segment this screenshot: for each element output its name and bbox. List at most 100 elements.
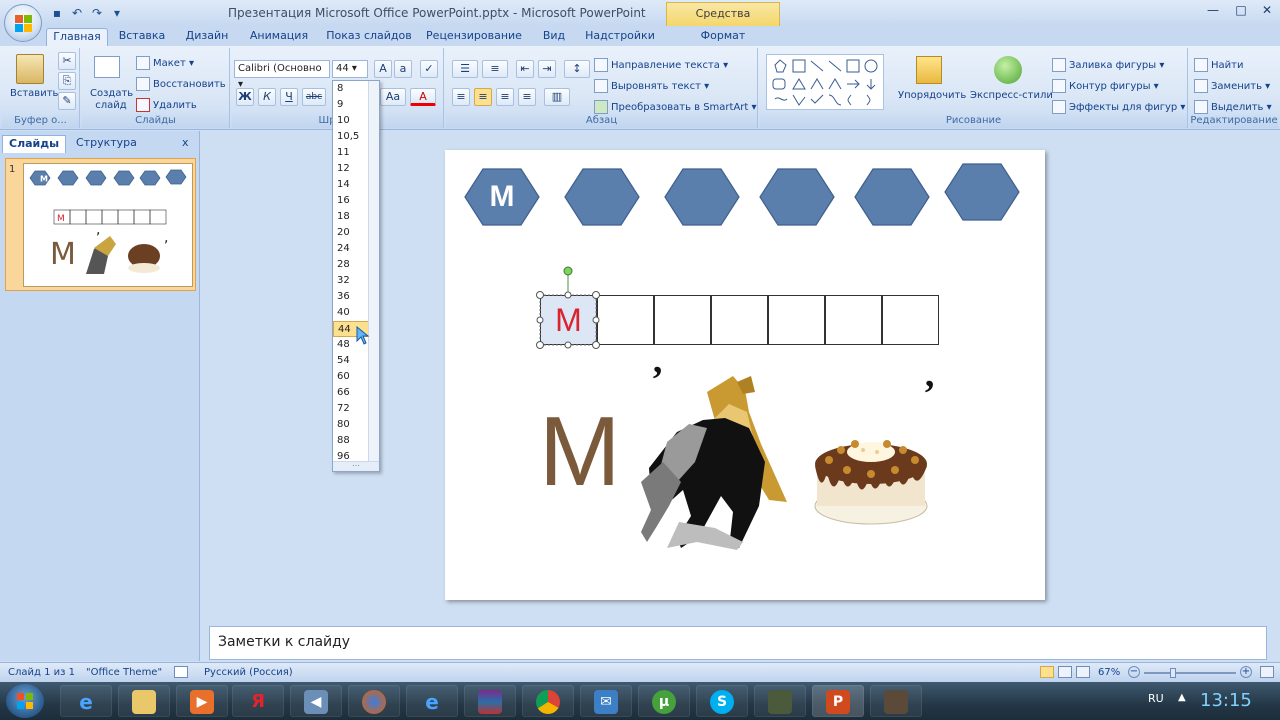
italic-button[interactable]: К	[258, 88, 276, 106]
spellcheck-icon[interactable]	[174, 666, 188, 678]
tray-expand-icon[interactable]: ▲	[1178, 692, 1186, 703]
taskbar-media[interactable]: ▶	[176, 685, 228, 717]
numbering-icon[interactable]: ≡	[482, 60, 508, 78]
slide-sorter-icon[interactable]	[1058, 666, 1072, 678]
tab-slides[interactable]: Слайды	[2, 135, 67, 153]
letter-cell[interactable]	[597, 295, 654, 345]
taskbar-explorer[interactable]	[118, 685, 170, 717]
tab-insert[interactable]: Вставка	[116, 28, 168, 46]
replace-button[interactable]: Заменить ▾	[1194, 79, 1270, 93]
start-button[interactable]	[6, 684, 44, 718]
shrink-font-icon[interactable]: a	[394, 60, 412, 78]
delete-slide-button[interactable]: Удалить	[136, 98, 197, 112]
find-button[interactable]: Найти	[1194, 58, 1243, 72]
reset-button[interactable]: Восстановить	[136, 77, 226, 91]
text-direction-button[interactable]: Направление текста ▾	[594, 58, 728, 72]
taskbar-ie[interactable]: e	[60, 685, 112, 717]
slideshow-icon[interactable]	[1076, 666, 1090, 678]
zoom-in-icon[interactable]: +	[1240, 666, 1252, 678]
taskbar-winrar[interactable]	[464, 685, 516, 717]
font-size-combo[interactable]: 44 ▾	[332, 60, 368, 78]
align-left-icon[interactable]: ≡	[452, 88, 470, 106]
justify-icon[interactable]: ≡	[518, 88, 536, 106]
tab-home[interactable]: Главная	[46, 28, 108, 46]
taskbar-volume[interactable]: ◀	[290, 685, 342, 717]
taskbar-yandex[interactable]: Я	[232, 685, 284, 717]
selection-handles[interactable]	[535, 265, 601, 351]
letter-cell[interactable]	[654, 295, 711, 345]
redo-icon[interactable]: ↷	[90, 6, 104, 20]
increase-indent-icon[interactable]: ⇥	[538, 60, 556, 78]
zoom-slider[interactable]	[1144, 672, 1236, 674]
office-button[interactable]	[4, 4, 42, 42]
slide-thumbnail[interactable]: 1 М М М , ,	[5, 158, 196, 291]
status-language[interactable]: Русский (Россия)	[204, 667, 293, 678]
strikethrough-button[interactable]: abc	[302, 88, 326, 106]
taskbar-chrome[interactable]	[522, 685, 574, 717]
shapes-gallery[interactable]	[766, 54, 884, 110]
tab-outline[interactable]: Структура	[70, 135, 143, 153]
taskbar-skype[interactable]: S	[696, 685, 748, 717]
taskbar-ie2[interactable]: e	[406, 685, 458, 717]
paste-button[interactable]: Вставить	[10, 88, 58, 100]
horses-picture[interactable]	[637, 372, 789, 552]
tab-animation[interactable]: Анимация	[246, 28, 312, 46]
big-letter[interactable]: М	[539, 396, 621, 506]
zoom-out-icon[interactable]: −	[1128, 666, 1140, 678]
align-text-button[interactable]: Выровнять текст ▾	[594, 79, 709, 93]
hexagon-shape[interactable]	[854, 168, 930, 226]
slide-canvas[interactable]: М М М ’ ’	[445, 150, 1045, 600]
bold-button[interactable]: Ж	[236, 88, 254, 106]
clock[interactable]: 13:15	[1200, 690, 1252, 711]
align-right-icon[interactable]: ≡	[496, 88, 514, 106]
shape-outline-button[interactable]: Контур фигуры ▾	[1052, 79, 1159, 93]
letter-cell[interactable]	[768, 295, 825, 345]
bullets-icon[interactable]: ☰	[452, 60, 478, 78]
zoom-level[interactable]: 67%	[1098, 667, 1120, 678]
zoom-slider-thumb[interactable]	[1170, 668, 1176, 678]
clear-formatting-icon[interactable]: ✓	[420, 60, 438, 78]
quick-styles-button[interactable]: Экспресс-стили	[970, 90, 1053, 102]
format-painter-icon[interactable]: ✎	[58, 92, 76, 110]
columns-icon[interactable]: ▥	[544, 88, 570, 106]
layout-button[interactable]: Макет ▾	[136, 56, 194, 70]
hexagon-shape[interactable]	[944, 163, 1020, 221]
letter-cell[interactable]	[711, 295, 768, 345]
tab-format[interactable]: Формат	[690, 28, 756, 46]
underline-button[interactable]: Ч	[280, 88, 298, 106]
minimize-button[interactable]: —	[1200, 0, 1226, 20]
tab-view[interactable]: Вид	[536, 28, 572, 46]
line-spacing-icon[interactable]: ↕	[564, 60, 590, 78]
select-button[interactable]: Выделить ▾	[1194, 100, 1272, 114]
taskbar-app2[interactable]	[870, 685, 922, 717]
letter-cell[interactable]	[825, 295, 882, 345]
undo-icon[interactable]: ↶	[70, 6, 84, 20]
hexagon-shape[interactable]	[564, 168, 640, 226]
change-case-button[interactable]: Aa	[380, 88, 406, 106]
cut-icon[interactable]: ✂	[58, 52, 76, 70]
dropdown-scrollbar[interactable]	[368, 81, 379, 461]
hexagon-shape[interactable]	[664, 168, 740, 226]
font-name-combo[interactable]: Calibri (Основно ▾	[234, 60, 330, 90]
customize-qat-icon[interactable]: ▾	[110, 6, 124, 20]
hexagon-shape[interactable]: М	[464, 168, 540, 226]
letter-cell[interactable]	[882, 295, 939, 345]
align-center-icon[interactable]: ≡	[474, 88, 492, 106]
shape-effects-button[interactable]: Эффекты для фигур ▾	[1052, 100, 1185, 114]
fit-slide-icon[interactable]	[1260, 666, 1274, 678]
language-indicator[interactable]: RU	[1148, 692, 1164, 705]
taskbar-firefox[interactable]	[348, 685, 400, 717]
taskbar-mail[interactable]: ✉	[580, 685, 632, 717]
cake-picture[interactable]	[811, 426, 931, 528]
taskbar-powerpoint[interactable]: P	[812, 685, 864, 717]
maximize-button[interactable]: □	[1228, 0, 1254, 20]
notes-pane[interactable]: Заметки к слайду	[209, 626, 1267, 660]
shape-fill-button[interactable]: Заливка фигуры ▾	[1052, 58, 1164, 72]
stress-mark[interactable]: ’	[923, 374, 936, 414]
taskbar-app[interactable]	[754, 685, 806, 717]
taskbar-utorrent[interactable]: µ	[638, 685, 690, 717]
close-pane-button[interactable]: x	[180, 135, 191, 153]
font-color-button[interactable]: A	[410, 88, 436, 106]
tab-slideshow[interactable]: Показ слайдов	[326, 28, 412, 46]
close-button[interactable]: ✕	[1254, 0, 1280, 20]
